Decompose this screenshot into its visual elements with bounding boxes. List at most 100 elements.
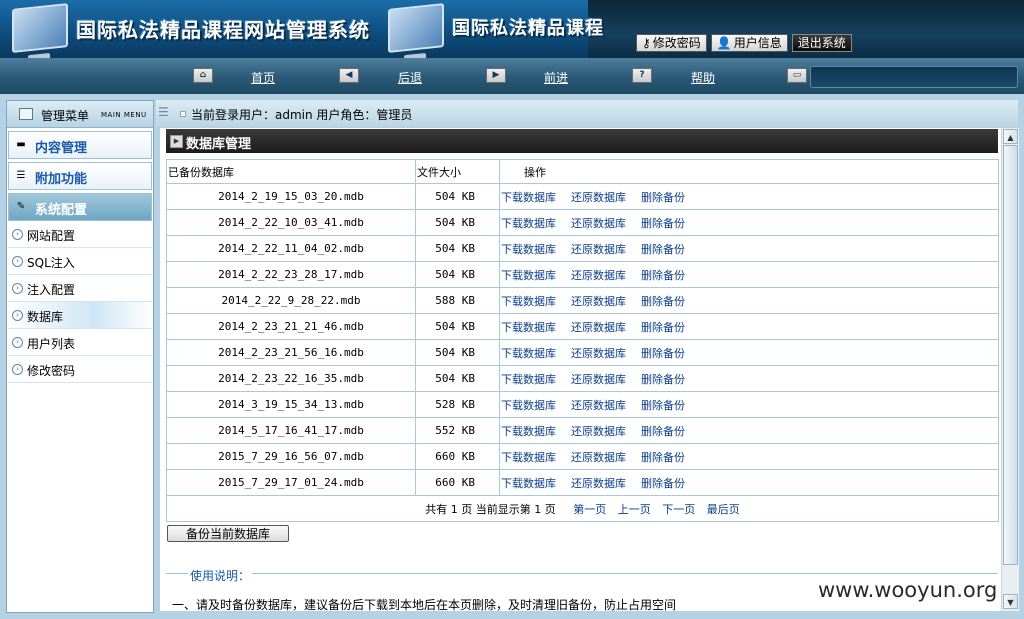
nav-forward-label[interactable]: 前进 (544, 69, 568, 86)
backup-table-body: 2014_2_19_15_03_20.mdb 504 KB 下载数据库 还原数据库 删除… (166, 183, 999, 496)
sidebar-subtitle: MAIN MENU (101, 111, 147, 119)
delete-backup-link[interactable]: 删除备份 (641, 451, 685, 464)
nav-home-label[interactable]: 首页 (251, 69, 275, 86)
sidebar-item-change-password[interactable]: › 修改密码 (8, 356, 152, 383)
section-label: 系统配置 (35, 203, 88, 218)
row-actions: 下载数据库 还原数据库 删除备份 (499, 443, 999, 470)
restore-database-link[interactable]: 还原数据库 (571, 425, 626, 438)
nav-help-label[interactable]: 帮助 (691, 69, 715, 86)
table-row: 2014_2_23_21_56_16.mdb 504 KB 下载数据库 还原数据库 删除… (166, 339, 999, 366)
delete-backup-link[interactable]: 删除备份 (641, 321, 685, 334)
row-actions: 下载数据库 还原数据库 删除备份 (499, 183, 999, 210)
pager-last-link[interactable]: 最后页 (707, 503, 740, 516)
download-database-link[interactable]: 下载数据库 (501, 269, 556, 282)
restore-database-link[interactable]: 还原数据库 (571, 373, 626, 386)
delete-backup-link[interactable]: 删除备份 (641, 425, 685, 438)
backup-file-name: 2014_2_19_15_03_20.mdb (166, 183, 416, 210)
backup-file-size: 504 KB (415, 313, 500, 340)
download-database-link[interactable]: 下载数据库 (501, 399, 556, 412)
nav-home[interactable]: ⌂ 首页 (193, 68, 275, 85)
download-database-link[interactable]: 下载数据库 (501, 347, 556, 360)
table-row: 2014_2_22_23_28_17.mdb 504 KB 下载数据库 还原数据库 删除… (166, 261, 999, 288)
restore-database-link[interactable]: 还原数据库 (571, 269, 626, 282)
sidebar-item-injection-config[interactable]: › 注入配置 (8, 275, 152, 302)
user-info-button[interactable]: 👤 用户信息 (710, 34, 788, 52)
header-actions: ⚷ 修改密码 👤 用户信息 退出系统 (636, 34, 852, 56)
restore-database-link[interactable]: 还原数据库 (571, 295, 626, 308)
panel-arrow-icon: ▶ (170, 135, 183, 148)
delete-backup-link[interactable]: 删除备份 (641, 373, 685, 386)
delete-backup-link[interactable]: 删除备份 (641, 191, 685, 204)
sidebar-item-database[interactable]: › 数据库 (8, 302, 152, 329)
restore-database-link[interactable]: 还原数据库 (571, 217, 626, 230)
delete-backup-link[interactable]: 删除备份 (641, 399, 685, 412)
nav-back[interactable]: ◀ 后退 (339, 68, 422, 85)
usage-title: 使用说明： (188, 567, 253, 584)
pager-next-link[interactable]: 下一页 (662, 503, 695, 516)
scroll-up-icon[interactable]: ▲ (1003, 129, 1018, 144)
download-database-link[interactable]: 下载数据库 (501, 451, 556, 464)
scroll-down-icon[interactable]: ▼ (1003, 594, 1018, 609)
restore-database-link[interactable]: 还原数据库 (571, 243, 626, 256)
nav-forward[interactable]: ▶ 前进 (486, 68, 568, 85)
site-title-repeat: 国际私法精品课程 (452, 18, 604, 39)
download-database-link[interactable]: 下载数据库 (501, 191, 556, 204)
restore-database-link[interactable]: 还原数据库 (571, 451, 626, 464)
restore-database-link[interactable]: 还原数据库 (571, 347, 626, 360)
row-actions: 下载数据库 还原数据库 删除备份 (499, 339, 999, 366)
table-row: 2014_2_23_22_16_35.mdb 504 KB 下载数据库 还原数据库 删除… (166, 365, 999, 392)
pager-first-link[interactable]: 第一页 (573, 503, 606, 516)
watermark: www.wooyun.org (818, 578, 998, 602)
list-toggle-icon[interactable]: ☰ (158, 105, 169, 119)
download-database-link[interactable]: 下载数据库 (501, 217, 556, 230)
restore-database-link[interactable]: 还原数据库 (571, 191, 626, 204)
sidebar-section-config[interactable]: ✎ 系统配置 (8, 193, 152, 221)
sidebar-section-content[interactable]: ▬ 内容管理 (8, 131, 152, 159)
sidebar-item-label: 用户列表 (27, 337, 76, 351)
pager-prev-link[interactable]: 上一页 (618, 503, 651, 516)
delete-backup-link[interactable]: 删除备份 (641, 295, 685, 308)
column-header-name: 已备份数据库 (166, 159, 416, 184)
download-database-link[interactable]: 下载数据库 (501, 295, 556, 308)
sidebar-item-label: 网站配置 (27, 229, 76, 243)
table-row: 2014_2_23_21_21_46.mdb 504 KB 下载数据库 还原数据库 删除… (166, 313, 999, 340)
backup-file-name: 2015_7_29_16_56_07.mdb (166, 443, 416, 470)
restore-database-link[interactable]: 还原数据库 (571, 399, 626, 412)
screen-icon: ▭ (787, 68, 807, 83)
download-database-link[interactable]: 下载数据库 (501, 321, 556, 334)
table-row: 2014_3_19_15_34_13.mdb 528 KB 下载数据库 还原数据库 删除… (166, 391, 999, 418)
sidebar-item-user-list[interactable]: › 用户列表 (8, 329, 152, 356)
sidebar-item-site-config[interactable]: › 网站配置 (8, 221, 152, 248)
forward-arrow-icon: ▶ (486, 68, 506, 83)
vertical-scrollbar[interactable]: ▲ ▼ (1001, 128, 1019, 611)
backup-file-size: 504 KB (415, 235, 500, 262)
restore-database-link[interactable]: 还原数据库 (571, 321, 626, 334)
delete-backup-link[interactable]: 删除备份 (641, 269, 685, 282)
backup-file-size: 528 KB (415, 391, 500, 418)
delete-backup-link[interactable]: 删除备份 (641, 347, 685, 360)
delete-backup-link[interactable]: 删除备份 (641, 477, 685, 490)
delete-backup-link[interactable]: 删除备份 (641, 243, 685, 256)
sidebar-section-extra[interactable]: ☰ 附加功能 (8, 162, 152, 190)
panel-title: 数据库管理 (186, 137, 252, 152)
download-database-link[interactable]: 下载数据库 (501, 425, 556, 438)
key-icon: ⚷ (642, 36, 651, 50)
arrow-circle-icon: › (12, 283, 23, 294)
row-actions: 下载数据库 还原数据库 删除备份 (499, 469, 999, 496)
backup-database-button[interactable]: 备份当前数据库 (167, 525, 289, 542)
logout-button[interactable]: 退出系统 (791, 34, 852, 52)
nav-help[interactable]: ? 帮助 (632, 68, 715, 85)
delete-backup-link[interactable]: 删除备份 (641, 217, 685, 230)
restore-database-link[interactable]: 还原数据库 (571, 477, 626, 490)
download-database-link[interactable]: 下载数据库 (501, 477, 556, 490)
nav-search-field[interactable] (810, 66, 1018, 88)
nav-back-label[interactable]: 后退 (398, 69, 422, 86)
sidebar-item-sql-injection[interactable]: › SQL注入 (8, 248, 152, 275)
download-database-link[interactable]: 下载数据库 (501, 373, 556, 386)
download-database-link[interactable]: 下载数据库 (501, 243, 556, 256)
panel-header: ▶ 数据库管理 (166, 129, 998, 153)
backup-file-size: 660 KB (415, 469, 500, 496)
scroll-thumb[interactable] (1003, 145, 1018, 565)
config-icon: ✎ (16, 201, 26, 212)
change-password-button[interactable]: ⚷ 修改密码 (636, 34, 707, 52)
